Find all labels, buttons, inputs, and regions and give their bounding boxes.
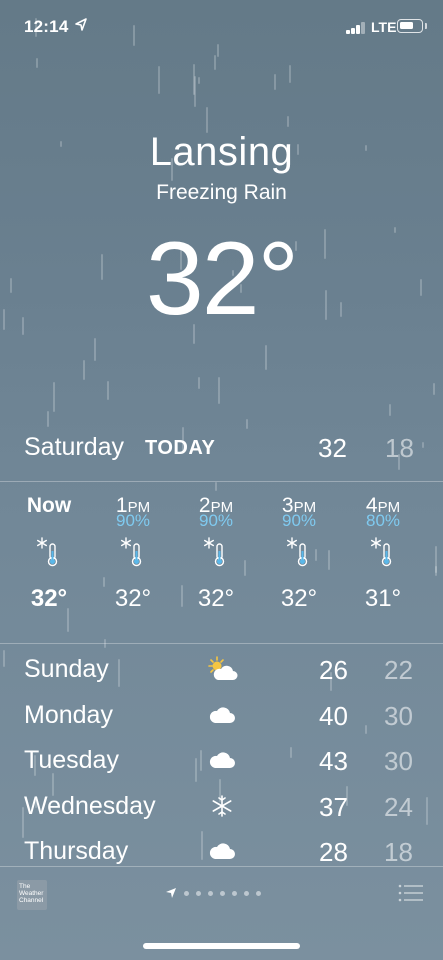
day-row: Tuesday 43 30 [0, 741, 443, 785]
location-arrow-icon [166, 888, 176, 898]
day-high: 43 [319, 746, 348, 776]
hour-temperature: 31° [364, 585, 402, 612]
thermometer-snowflake-icon [258, 533, 340, 571]
today-summary: Saturday TODAY 32 18 [0, 430, 443, 466]
hour-item: 1PM 90% 32° [92, 482, 174, 613]
hour-item: 4PM 80% 31° [342, 482, 424, 613]
page-dot [184, 890, 189, 896]
day-low: 22 [384, 655, 413, 685]
bottom-toolbar: The Weather Channel [0, 866, 443, 926]
hour-item: Now 32° [8, 482, 90, 613]
status-time: 12:14 [24, 17, 69, 36]
weather-channel-logo[interactable]: The Weather Channel [17, 880, 47, 910]
page-indicator[interactable] [165, 886, 261, 900]
page-dot [256, 890, 261, 896]
hour-precip-chance: 90% [198, 511, 234, 530]
snowflake-icon [205, 791, 239, 821]
thermometer-snowflake-icon [92, 533, 174, 571]
divider [0, 643, 443, 644]
hour-precip-chance: 80% [365, 511, 401, 530]
page-dot [196, 890, 201, 896]
day-low: 30 [384, 746, 413, 776]
home-indicator[interactable] [143, 943, 300, 949]
hour-precip-chance: 90% [115, 511, 151, 530]
today-day: Saturday [24, 433, 125, 461]
city-list-icon[interactable] [398, 883, 424, 903]
hour-item: 2PM 90% 32° [175, 482, 257, 613]
cloud-icon [205, 745, 239, 775]
page-dot [220, 890, 225, 896]
day-high: 28 [319, 837, 348, 867]
page-dot [244, 890, 249, 896]
today-high: 32 [318, 433, 347, 463]
hourly-forecast[interactable]: Now 32° 1PM 90% 32° 2PM 90% 32° 3PM 90% … [0, 482, 443, 642]
network-label: LTE [371, 19, 397, 35]
day-high: 26 [319, 655, 348, 685]
day-name: Tuesday [24, 746, 119, 774]
cloud-icon [205, 836, 239, 866]
thermometer-snowflake-icon [8, 533, 90, 571]
day-row: Monday 40 30 [0, 696, 443, 740]
page-dot [208, 890, 213, 896]
location-arrow-icon [75, 18, 87, 31]
day-row: Sunday 26 22 [0, 650, 443, 694]
current-condition: Freezing Rain [156, 181, 287, 204]
battery-icon [397, 19, 423, 33]
day-name: Sunday [24, 655, 109, 683]
day-low: 30 [384, 701, 413, 731]
hour-item: 3PM 90% 32° [258, 482, 340, 613]
signal-strength-icon [346, 22, 366, 34]
hour-temperature: 32° [30, 585, 68, 612]
day-low: 24 [384, 792, 413, 822]
cloud-icon [205, 700, 239, 730]
thermometer-snowflake-icon [342, 533, 424, 571]
hour-temperature: 32° [197, 585, 235, 612]
today-label: TODAY [145, 437, 216, 459]
day-name: Monday [24, 701, 113, 729]
day-row: Wednesday 37 24 [0, 787, 443, 831]
partly-sunny-icon [205, 654, 239, 684]
hour-temperature: 32° [280, 585, 318, 612]
page-dot [232, 890, 237, 896]
thermometer-snowflake-icon [175, 533, 257, 571]
hour-temperature: 32° [114, 585, 152, 612]
day-high: 40 [319, 701, 348, 731]
day-name: Thursday [24, 837, 129, 865]
day-low: 18 [384, 837, 413, 867]
current-temperature: 32° [145, 221, 299, 337]
today-low: 18 [385, 433, 414, 463]
status-bar: 12:14 LTE [0, 0, 443, 50]
day-high: 37 [319, 792, 348, 822]
city-name: Lansing [149, 130, 294, 174]
day-name: Wednesday [24, 792, 156, 820]
hour-precip-chance: 90% [281, 511, 317, 530]
